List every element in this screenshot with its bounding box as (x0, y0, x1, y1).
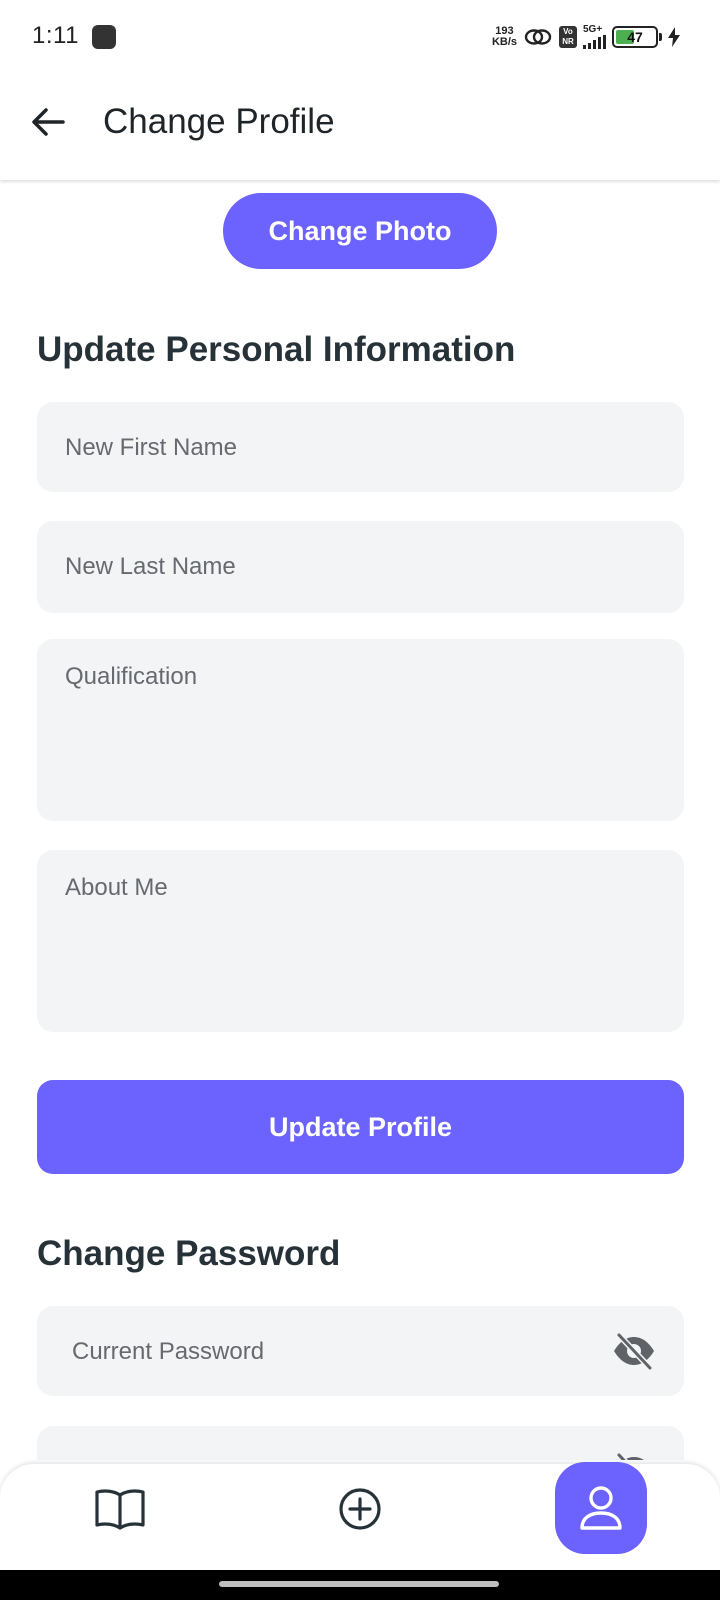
new-password-field[interactable] (37, 1426, 684, 1460)
last-name-field[interactable]: New Last Name (37, 521, 684, 613)
battery-tip (659, 33, 662, 41)
battery-icon: 47 (612, 26, 658, 48)
volte-top-label: Vo (563, 27, 573, 36)
nav-item-add[interactable] (315, 1464, 405, 1554)
first-name-placeholder: New First Name (65, 434, 238, 461)
last-name-placeholder: New Last Name (65, 553, 236, 580)
system-gesture-area (0, 1570, 720, 1600)
network-speed: 193 KB/s (492, 26, 517, 48)
arrow-left-icon (32, 108, 65, 136)
update-profile-button[interactable]: Update Profile (37, 1080, 684, 1174)
eye-off-icon[interactable] (612, 1449, 656, 1460)
qualification-placeholder: Qualification (65, 663, 198, 690)
eye-off-icon[interactable] (612, 1329, 656, 1373)
signal-indicator: 5G+ (583, 25, 606, 49)
status-indicators: 193 KB/s Vo NR 5G+ 47 (492, 20, 680, 54)
change-password-heading: Change Password (37, 1234, 341, 1273)
nav-item-profile[interactable] (555, 1462, 647, 1554)
about-me-placeholder: About Me (65, 874, 168, 901)
book-icon (95, 1489, 145, 1530)
qualification-field[interactable]: Qualification (37, 639, 684, 821)
battery-percent: 47 (627, 29, 643, 45)
network-type: 5G+ (583, 24, 603, 35)
volte-icon: Vo NR (559, 26, 577, 48)
change-photo-button[interactable]: Change Photo (223, 193, 497, 269)
plus-circle-icon (339, 1488, 381, 1530)
change-profile-screen: 1:11 193 KB/s Vo NR 5G+ 47 Change Profil… (0, 0, 720, 1600)
personal-info-heading: Update Personal Information (37, 330, 516, 369)
data-saver-icon (524, 29, 552, 45)
nav-item-library[interactable] (75, 1464, 165, 1554)
current-password-field[interactable]: Current Password (37, 1306, 684, 1396)
first-name-field[interactable]: New First Name (37, 402, 684, 492)
status-bar: 1:11 193 KB/s Vo NR 5G+ 47 (0, 0, 720, 72)
volte-bottom-label: NR (562, 37, 574, 46)
back-button[interactable] (28, 102, 68, 142)
about-me-field[interactable]: About Me (37, 850, 684, 1032)
app-notification-icon (92, 25, 116, 49)
charging-icon (668, 27, 680, 47)
network-speed-unit: KB/s (491, 36, 517, 48)
page-title: Change Profile (103, 102, 335, 141)
current-password-placeholder: Current Password (72, 1338, 265, 1365)
profile-form: Change Photo Update Personal Information… (0, 180, 720, 1460)
bottom-navigation (0, 1462, 720, 1570)
user-icon (580, 1486, 622, 1530)
status-time: 1:11 (32, 22, 79, 49)
app-bar: Change Profile (0, 72, 720, 180)
signal-bars-icon (583, 35, 606, 49)
gesture-handle[interactable] (219, 1581, 499, 1587)
